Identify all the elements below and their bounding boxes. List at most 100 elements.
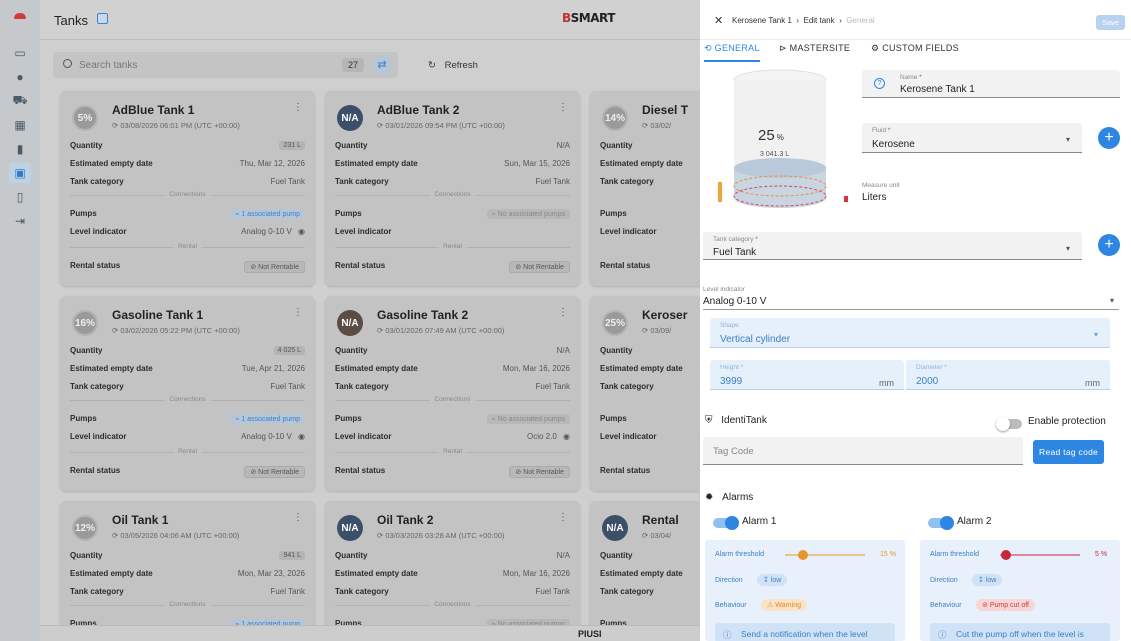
search-bar[interactable]: Search tanks 27 ⇄ (53, 52, 398, 78)
info-icon: ⓘ (723, 630, 732, 640)
alarm-toggle[interactable] (928, 516, 954, 530)
fill-level-badge: 5% (72, 105, 98, 131)
threshold-slider[interactable] (1000, 554, 1080, 556)
close-icon[interactable]: ✕ (714, 14, 723, 27)
tank-category-select[interactable]: Tank category * Fuel Tank ▾ (703, 232, 1082, 260)
pumps-value[interactable]: ⌁ 1 associated pump (230, 414, 305, 424)
behaviour-chip[interactable]: ⚠ Warning (761, 599, 808, 611)
name-input[interactable]: Kerosene Tank 1 (900, 84, 975, 95)
quantity-value: 231 L (279, 141, 305, 150)
height-input[interactable]: 3999 (720, 376, 742, 387)
quantity-value: N/A (556, 141, 570, 150)
name-field[interactable]: ? Name * Kerosene Tank 1 (862, 70, 1120, 98)
add-fluid-button[interactable]: + (1098, 127, 1120, 149)
last-update-text: 03/01/2026 07:49 AM (UTC +00:00) (385, 326, 505, 335)
app-logo-icon[interactable] (14, 13, 26, 19)
truck-icon[interactable]: ⛟ (9, 91, 31, 111)
connections-divider: Connections (70, 396, 305, 403)
rental-status-text: Not Rentable (523, 469, 564, 476)
more-options-icon[interactable]: ⋮ (293, 512, 303, 523)
diameter-field[interactable]: Diameter * 2000 mm (906, 360, 1110, 390)
tank-name[interactable]: Keroser (642, 308, 687, 322)
pumps-value[interactable]: ⌁ 1 associated pump (230, 209, 305, 219)
tag-code-field[interactable]: Tag Code (703, 437, 1023, 465)
breadcrumb-edit[interactable]: Edit tank (803, 16, 834, 25)
tank-name[interactable]: Gasoline Tank 2 (377, 308, 468, 322)
tank-card[interactable]: N/A Gasoline Tank 2 ⟳ 03/01/2026 07:49 AM … (325, 296, 580, 491)
connections-divider-label: Connections (164, 191, 211, 198)
tank-card[interactable]: 16% Gasoline Tank 1 ⟳ 03/02/2026 05:22 PM … (60, 296, 315, 491)
level-indicator-value[interactable]: Analog 0-10 V (703, 296, 766, 307)
tank-card[interactable]: 14% Diesel T ⟳ 03/02/Quantity Estimated emp… (590, 91, 700, 286)
tank-card[interactable]: N/A Rental ⟳ 03/04/Quantity Estimated empty… (590, 501, 700, 641)
threshold-slider-thumb[interactable] (1001, 550, 1011, 560)
fluid-value: Kerosene (872, 139, 915, 150)
filter-icon[interactable]: ⇄ (373, 56, 391, 74)
level-indicator-label: Level indicator (703, 286, 745, 293)
more-options-icon[interactable]: ⋮ (558, 307, 568, 318)
breadcrumb-tank[interactable]: Kerosene Tank 1 (732, 16, 792, 25)
more-options-icon[interactable]: ⋮ (558, 102, 568, 113)
refresh-button[interactable]: ↻ Refresh (428, 60, 478, 71)
alarm-toggle[interactable] (713, 516, 739, 530)
export-icon[interactable]: ⇥ (9, 211, 31, 231)
help-icon[interactable]: ? (874, 78, 885, 89)
threshold-slider-thumb[interactable] (798, 550, 808, 560)
eye-icon[interactable]: ◉ (296, 227, 305, 236)
level-value: Ocio 2.0 ◉ (527, 432, 570, 441)
add-category-button[interactable]: + (1098, 234, 1120, 256)
tab-general[interactable]: ⟲ GENERAL (704, 43, 760, 62)
level-value: Analog 0-10 V ◉ (241, 227, 305, 236)
empty-date-label: Estimated empty date (70, 159, 153, 168)
map-icon[interactable]: ▯ (9, 187, 31, 207)
diameter-input[interactable]: 2000 (916, 376, 938, 387)
tank-card[interactable]: N/A AdBlue Tank 2 ⟳ 03/01/2026 09:54 PM (U… (325, 91, 580, 286)
eye-icon[interactable]: ◉ (561, 432, 570, 441)
save-button[interactable]: Save (1096, 15, 1126, 30)
chart-icon[interactable]: ▮ (9, 139, 31, 159)
fluid-select[interactable]: Fluid * Kerosene ▾ (862, 123, 1082, 153)
tank-name[interactable]: Gasoline Tank 1 (112, 308, 203, 322)
user-icon[interactable]: ● (9, 67, 31, 87)
threshold-slider[interactable] (785, 554, 865, 556)
tank-card[interactable]: 25% Keroser ⟳ 03/09/Quantity Estimated empt… (590, 296, 700, 491)
chevron-down-icon[interactable]: ▾ (1110, 296, 1114, 305)
tank-name[interactable]: Rental (642, 513, 679, 527)
last-update-text: 03/01/2026 09:54 PM (UTC +00:00) (385, 121, 505, 130)
more-options-icon[interactable]: ⋮ (293, 102, 303, 113)
direction-chip[interactable]: ↧ low (757, 574, 788, 586)
shape-select[interactable]: Shape Vertical cylinder ▾ (710, 318, 1110, 348)
level-row: Level indicator Analog 0-10 V ◉ (70, 227, 305, 239)
tank-card[interactable]: N/A Oil Tank 2 ⟳ 03/03/2026 03:28 AM (UTC … (325, 501, 580, 641)
tank-name[interactable]: AdBlue Tank 1 (112, 103, 194, 117)
tab-custom-fields[interactable]: ⚙ CUSTOM FIELDS (871, 43, 959, 54)
pumps-text: 1 associated pump (241, 416, 300, 423)
tank-name[interactable]: AdBlue Tank 2 (377, 103, 459, 117)
tank-name[interactable]: Oil Tank 2 (377, 513, 433, 527)
search-input[interactable]: Search tanks (79, 60, 137, 71)
more-options-icon[interactable]: ⋮ (558, 512, 568, 523)
tab-mastersite[interactable]: ⊳ MASTERSITE (779, 43, 850, 54)
empty-date-row: Estimated empty date (600, 364, 700, 376)
tank-name[interactable]: Diesel T (642, 103, 688, 117)
eye-icon[interactable]: ◉ (296, 432, 305, 441)
tank-card[interactable]: 5% AdBlue Tank 1 ⟳ 03/08/2026 06:01 PM (UT… (60, 91, 315, 286)
enable-protection-toggle[interactable] (996, 417, 1022, 431)
read-tag-code-button[interactable]: Read tag code (1033, 440, 1105, 464)
height-field[interactable]: Height * 3999 mm (710, 360, 904, 390)
category-row: Tank category Fuel Tank (70, 382, 305, 394)
tank-icon[interactable]: ▣ (9, 163, 31, 183)
tank-name[interactable]: Oil Tank 1 (112, 513, 168, 527)
arrow-down-icon: ↧ (978, 577, 986, 584)
rental-status-value: ⊘ Not Rentable (509, 466, 570, 478)
behaviour-chip[interactable]: ⊘ Pump cut off (976, 599, 1035, 611)
direction-chip[interactable]: ↧ low (972, 574, 1003, 586)
empty-date-value: Tue, Apr 21, 2026 (241, 364, 305, 373)
more-options-icon[interactable]: ⋮ (293, 307, 303, 318)
tank-card[interactable]: 12% Oil Tank 1 ⟳ 03/05/2026 04:06 AM (UTC … (60, 501, 315, 641)
monitor-icon[interactable]: ▭ (9, 43, 31, 63)
name-field-label: Name * (900, 74, 922, 81)
building-icon[interactable]: ▦ (9, 115, 31, 135)
rental-status-label: Rental status (600, 261, 651, 270)
tag-code-input[interactable]: Tag Code (713, 446, 754, 457)
